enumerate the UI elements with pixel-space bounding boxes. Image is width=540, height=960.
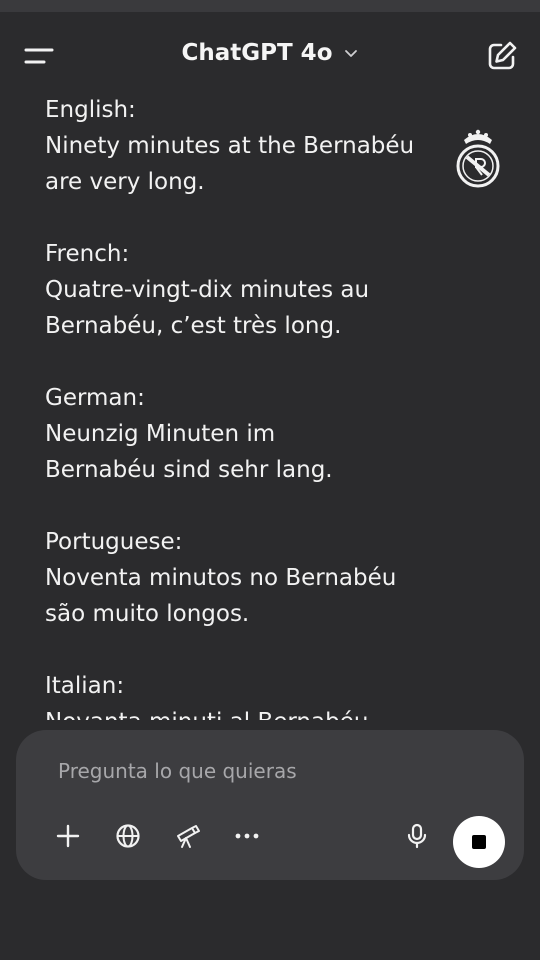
translation-line: Bernabéu, c’est très long.	[45, 313, 342, 339]
status-bar-strip	[0, 0, 540, 12]
conversation[interactable]: English: Ninety minutes at the Bernabéu …	[0, 92, 540, 720]
club-crest-icon	[456, 129, 500, 188]
prompt-input[interactable]	[56, 750, 480, 792]
composer	[16, 730, 524, 880]
edit-icon	[488, 41, 517, 70]
language-label: English:	[45, 97, 136, 123]
microphone-icon	[407, 823, 427, 849]
translation-block: French: Quatre-vingt-dix minutes au Bern…	[45, 236, 435, 344]
translation-line: Neunzig Minuten im	[45, 421, 276, 447]
plus-icon	[56, 824, 80, 848]
translation-line: Quatre-vingt-dix minutes au	[45, 277, 370, 303]
translation-line: Bernabéu sind sehr lang.	[45, 457, 333, 483]
search-web-button[interactable]	[114, 822, 142, 850]
translation-block: English: Ninety minutes at the Bernabéu …	[45, 92, 435, 200]
model-selector[interactable]: ChatGPT 4o	[181, 40, 358, 66]
assistant-message: English: Ninety minutes at the Bernabéu …	[45, 92, 435, 720]
language-label: Portuguese:	[45, 529, 183, 555]
more-options-button[interactable]	[233, 822, 261, 850]
chevron-down-icon	[344, 50, 357, 57]
stop-generating-button[interactable]	[453, 816, 505, 868]
language-label: German:	[45, 385, 145, 411]
app-title: ChatGPT 4o	[181, 40, 333, 66]
translation-line: Ninety minutes at the Bernabéu	[45, 133, 415, 159]
more-icon	[235, 833, 259, 839]
attach-button[interactable]	[54, 822, 82, 850]
translation-block: Portuguese: Noventa minutos no Bernabéu …	[45, 524, 435, 632]
translation-line: Novanta minuti al Bernabéu	[45, 704, 435, 720]
research-button[interactable]	[174, 822, 202, 850]
new-chat-button[interactable]	[484, 38, 520, 74]
translation-block: German: Neunzig Minuten im Bernabéu sind…	[45, 380, 435, 488]
voice-input-button[interactable]	[403, 822, 431, 850]
translation-line: are very long.	[45, 169, 205, 195]
translation-line: são muito longos.	[45, 601, 250, 627]
stop-icon	[472, 835, 486, 849]
header: ChatGPT 4o	[0, 12, 540, 92]
translation-line: Noventa minutos no Bernabéu	[45, 565, 397, 591]
telescope-icon	[177, 825, 200, 848]
translation-block: Italian: Novanta minuti al Bernabéu	[45, 668, 435, 720]
globe-icon	[116, 824, 140, 848]
language-label: Italian:	[45, 673, 125, 699]
language-label: French:	[45, 241, 130, 267]
